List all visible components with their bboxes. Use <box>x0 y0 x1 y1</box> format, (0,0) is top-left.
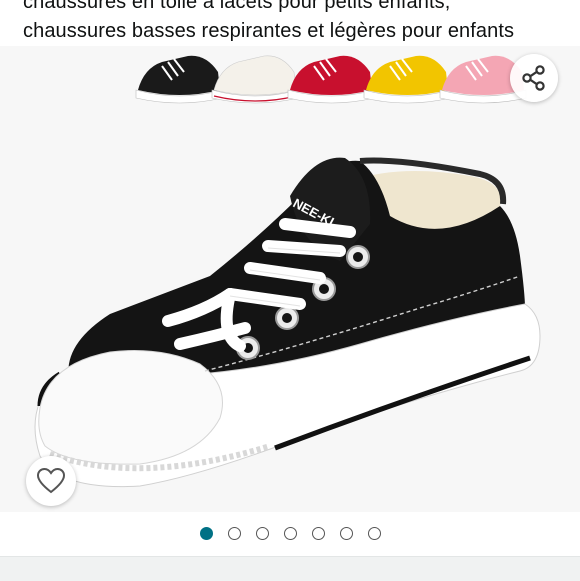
section-divider <box>0 556 580 581</box>
carousel-dot-7[interactable] <box>367 526 381 540</box>
variant-black-shoe <box>135 55 223 104</box>
image-carousel-indicator <box>0 520 580 546</box>
wishlist-button[interactable] <box>26 456 76 506</box>
color-variants-strip <box>135 55 527 104</box>
product-title-line-1: chaussures en toile à lacets pour petits… <box>23 0 451 13</box>
carousel-dot-5[interactable] <box>311 526 325 540</box>
carousel-dot-1[interactable] <box>199 526 213 540</box>
share-button[interactable] <box>510 54 558 102</box>
share-icon <box>522 65 545 91</box>
carousel-dot-6[interactable] <box>339 526 353 540</box>
carousel-dot-2[interactable] <box>227 526 241 540</box>
product-image[interactable]: NEE-KI <box>0 46 580 512</box>
variant-white-shoe <box>211 55 299 104</box>
variant-yellow-shoe <box>363 55 451 104</box>
variant-red-shoe <box>287 55 375 104</box>
carousel-dot-3[interactable] <box>255 526 269 540</box>
main-sneaker: NEE-KI <box>34 157 541 488</box>
product-title-line-2: chaussures basses respirantes et légères… <box>23 20 515 42</box>
product-title: chaussures en toile à lacets pour petits… <box>0 0 580 46</box>
product-image-graphic: NEE-KI <box>34 55 541 488</box>
heart-icon <box>36 467 66 494</box>
carousel-dot-4[interactable] <box>283 526 297 540</box>
